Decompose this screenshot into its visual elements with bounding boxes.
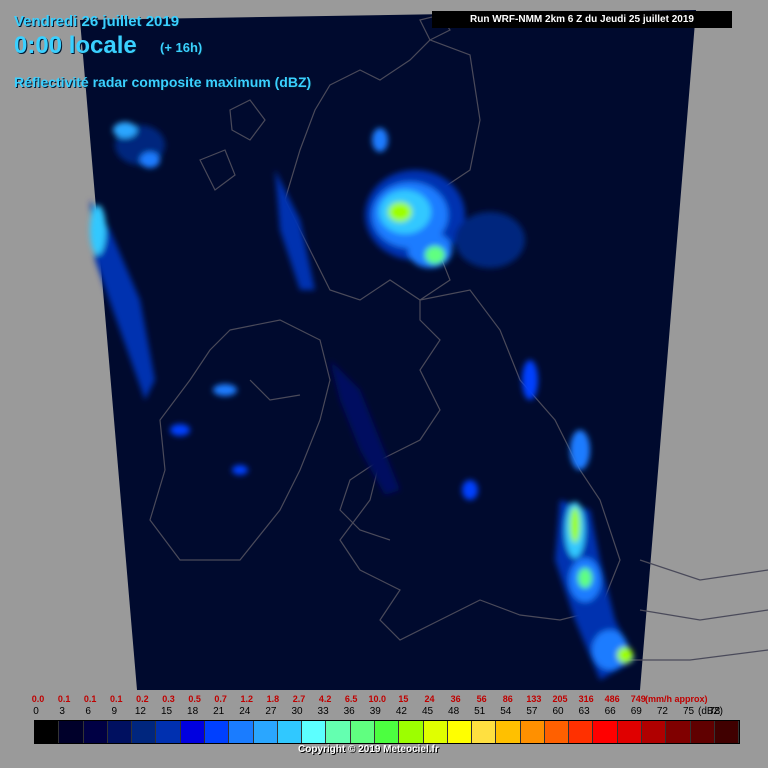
legend-color-swatch [229, 721, 254, 743]
legend-color-swatch [59, 721, 84, 743]
radar-map [80, 10, 768, 690]
model-run-label: Run WRF-NMM 2km 6 Z du Jeudi 25 juillet … [432, 11, 732, 28]
legend-color-swatch [544, 721, 570, 743]
legend-color-swatch [253, 721, 278, 743]
legend-color-swatch [399, 721, 424, 743]
legend-color-swatch [277, 721, 303, 743]
legend-color-swatch [569, 721, 594, 743]
legend-color-swatch [35, 721, 60, 743]
legend-color-swatch [156, 721, 181, 743]
legend-color-swatch [617, 721, 643, 743]
legend-mm-unit: (mm/h approx) [645, 694, 708, 704]
legend-color-swatch [132, 721, 157, 743]
legend-color-swatch [666, 721, 691, 743]
legend-color-swatch [326, 721, 351, 743]
legend-dbz-unit: (dBZ) [698, 706, 723, 717]
legend-color-swatch [204, 721, 230, 743]
parameter-title: Réflectivité radar composite maximum (dB… [14, 74, 312, 90]
forecast-date: Vendredi 26 juillet 2019 [14, 13, 180, 30]
forecast-hour: 0:00 locale [14, 32, 137, 59]
legend-color-swatch [642, 721, 667, 743]
legend-color-swatch [302, 721, 327, 743]
legend-color-swatch [690, 721, 715, 743]
legend-color-swatch [107, 721, 133, 743]
legend-color-swatch [180, 721, 205, 743]
legend-color-swatch [593, 721, 618, 743]
legend-color-swatch [83, 721, 108, 743]
legend-color-swatch [374, 721, 400, 743]
legend: 0.0 0.1 0.1 0.1 0.2 0.3 0.5 0.7 1.2 1.8 2.7 4.2 6.5 1… [0, 690, 768, 768]
legend-color-swatch [496, 721, 521, 743]
legend-color-swatch [447, 721, 473, 743]
forecast-offset: (+ 16h) [160, 40, 203, 55]
legend-color-swatch [423, 721, 448, 743]
legend-colorbar [34, 720, 740, 744]
legend-color-swatch [472, 721, 497, 743]
legend-color-swatch [714, 721, 740, 743]
copyright: Copyright © 2019 Meteociel.fr [298, 744, 439, 755]
legend-color-swatch [520, 721, 545, 743]
legend-color-swatch [350, 721, 375, 743]
